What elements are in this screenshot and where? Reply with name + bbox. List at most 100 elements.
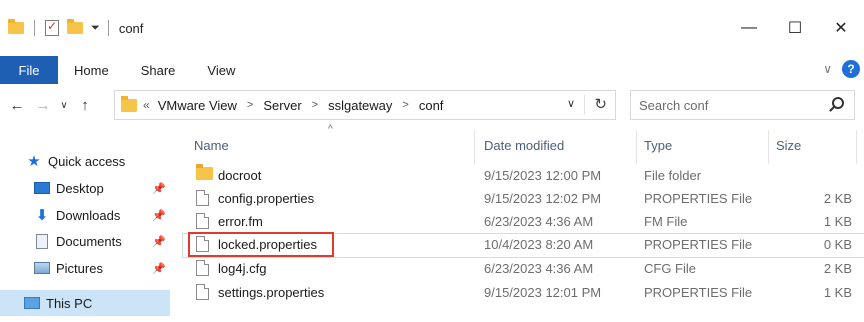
sidebar-item-downloads[interactable]: ⬇ Downloads 📌: [0, 202, 178, 228]
sidebar-item-label: Desktop: [56, 180, 104, 196]
downloads-icon: ⬇: [35, 207, 49, 224]
file-type: PROPERTIES File: [644, 237, 753, 252]
navigation-pane: ★ Quick access Desktop 📌 ⬇ Downloads 📌 D…: [0, 124, 178, 322]
column-header-type[interactable]: Type: [644, 138, 672, 153]
file-row-error-fm[interactable]: error.fm 6/23/2023 4:36 AM FM File 1 KB: [178, 210, 864, 233]
file-row-settings-properties[interactable]: settings.properties 9/15/2023 12:01 PM P…: [178, 281, 864, 304]
customize-toolbar-icon[interactable]: ⏷: [91, 22, 100, 35]
column-divider[interactable]: [856, 130, 857, 164]
column-divider[interactable]: [768, 130, 769, 164]
desktop-icon: [34, 182, 50, 194]
column-headers: ^ Name Date modified Type Size: [178, 124, 864, 164]
column-header-name[interactable]: Name: [194, 138, 229, 153]
toolbar-divider: [34, 20, 35, 36]
navigation-bar: ← → ∨ ↑ « VMware View > Server > sslgate…: [0, 86, 864, 124]
file-name: error.fm: [218, 214, 263, 229]
file-size: 2 KB: [823, 261, 852, 276]
pin-icon[interactable]: 📌: [152, 182, 166, 195]
file-size: 2 KB: [823, 191, 852, 206]
help-icon[interactable]: ?: [842, 60, 860, 78]
folder-icon: [196, 164, 213, 180]
address-dropdown-icon[interactable]: ∨: [567, 97, 575, 110]
file-icon: [196, 260, 209, 276]
ribbon-tabs: File Home Share View ∨ ?: [0, 56, 864, 84]
pc-icon-wrap: [24, 296, 40, 310]
tab-view[interactable]: View: [191, 63, 251, 78]
back-button[interactable]: ←: [4, 90, 30, 120]
file-icon: [196, 236, 209, 252]
minimize-button[interactable]: —: [726, 0, 772, 56]
file-size: 1 KB: [823, 214, 852, 229]
pictures-icon: [34, 262, 50, 274]
expand-ribbon-icon[interactable]: ∨: [823, 62, 832, 76]
file-date: 9/15/2023 12:01 PM: [484, 285, 602, 300]
search-box[interactable]: [630, 90, 855, 120]
file-row-log4j-cfg[interactable]: log4j.cfg 6/23/2023 4:36 AM CFG File 2 K…: [178, 257, 864, 280]
file-row-config-properties[interactable]: config.properties 9/15/2023 12:02 PM PRO…: [178, 187, 864, 210]
crumb-separator-icon[interactable]: >: [402, 99, 408, 111]
search-input[interactable]: [639, 97, 819, 113]
star-icon: ★: [27, 153, 41, 170]
new-folder-icon[interactable]: [67, 19, 83, 34]
pc-icon: [24, 297, 40, 309]
tab-home[interactable]: Home: [58, 63, 125, 78]
folder-icon: [121, 95, 137, 112]
file-name: config.properties: [218, 191, 315, 206]
tab-file[interactable]: File: [0, 56, 58, 84]
file-type: CFG File: [644, 261, 696, 276]
sidebar-item-this-pc[interactable]: This PC: [0, 290, 170, 316]
file-size: 0 KB: [823, 237, 852, 252]
sidebar-item-quick-access[interactable]: ★ Quick access: [0, 148, 178, 174]
file-row-docroot[interactable]: docroot 9/15/2023 12:00 PM File folder: [178, 164, 864, 187]
crumb-separator-icon[interactable]: >: [312, 99, 318, 111]
sidebar-item-documents[interactable]: Documents 📌: [0, 228, 178, 254]
pin-icon[interactable]: 📌: [152, 235, 166, 248]
column-divider[interactable]: [474, 130, 475, 164]
quick-access-toolbar: ⏷: [8, 19, 100, 36]
crumb-sslgateway[interactable]: sslgateway: [328, 98, 392, 113]
file-date: 6/23/2023 4:36 AM: [484, 261, 594, 276]
file-type: PROPERTIES File: [644, 285, 753, 300]
column-header-size[interactable]: Size: [776, 138, 801, 153]
file-type: File folder: [644, 168, 702, 183]
properties-icon[interactable]: [45, 19, 59, 36]
ribbon-controls: ∨ ?: [823, 60, 860, 78]
crumb-separator-icon[interactable]: >: [247, 99, 253, 111]
window-title: conf: [118, 20, 144, 36]
file-name: log4j.cfg: [218, 261, 267, 276]
sidebar-item-label: Documents: [56, 233, 122, 249]
sidebar-item-label: This PC: [46, 295, 93, 311]
sidebar-item-label: Downloads: [56, 207, 121, 223]
file-type: FM File: [644, 214, 688, 229]
sidebar-item-pictures[interactable]: Pictures 📌: [0, 255, 178, 281]
file-row-locked-properties[interactable]: locked.properties 10/4/2023 8:20 AM PROP…: [178, 232, 864, 258]
up-button[interactable]: ↑: [72, 90, 98, 120]
address-bar[interactable]: « VMware View > Server > sslgateway > co…: [114, 90, 616, 120]
search-icon[interactable]: [832, 97, 844, 109]
crumb-vmware-view[interactable]: VMware View: [158, 98, 237, 113]
forward-button[interactable]: →: [30, 90, 56, 120]
crumb-server[interactable]: Server: [263, 98, 301, 113]
file-icon: [196, 284, 209, 300]
sidebar-item-desktop[interactable]: Desktop 📌: [0, 175, 178, 201]
file-name: docroot: [218, 168, 262, 183]
file-date: 9/15/2023 12:02 PM: [484, 191, 602, 206]
close-button[interactable]: ✕: [818, 0, 864, 56]
sidebar-item-label: Pictures: [56, 260, 103, 276]
title-bar: ⏷ conf — ☐ ✕: [0, 0, 864, 56]
refresh-icon[interactable]: ↻: [594, 95, 607, 113]
tab-share[interactable]: Share: [125, 63, 192, 78]
file-name: locked.properties: [218, 237, 317, 252]
file-type: PROPERTIES File: [644, 191, 753, 206]
pin-icon[interactable]: 📌: [152, 262, 166, 275]
pin-icon[interactable]: 📌: [152, 209, 166, 222]
column-divider[interactable]: [636, 130, 637, 164]
crumb-conf[interactable]: conf: [419, 98, 444, 113]
overflow-crumb[interactable]: «: [143, 98, 150, 112]
recent-locations-button[interactable]: ∨: [56, 90, 72, 120]
address-divider: [584, 95, 585, 115]
column-header-date[interactable]: Date modified: [484, 138, 564, 153]
file-date: 10/4/2023 8:20 AM: [484, 237, 594, 252]
file-icon: [196, 213, 209, 229]
maximize-button[interactable]: ☐: [772, 0, 818, 56]
